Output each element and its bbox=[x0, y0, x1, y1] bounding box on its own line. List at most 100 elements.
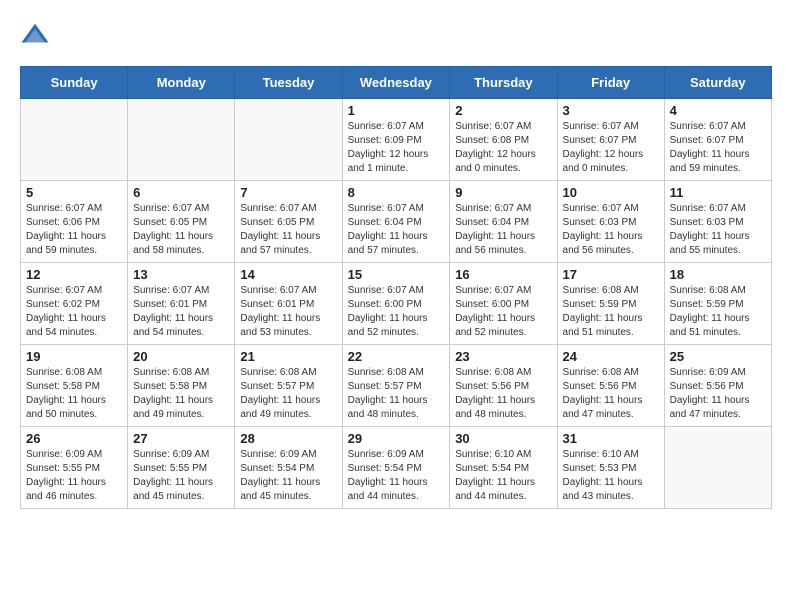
calendar-day-cell: 22Sunrise: 6:08 AM Sunset: 5:57 PM Dayli… bbox=[342, 345, 450, 427]
calendar-day-cell: 29 Sunrise: 6:09 AM Sunset: 5:54 PM Dayli… bbox=[342, 427, 450, 509]
calendar-day-cell bbox=[128, 99, 235, 181]
day-info: Sunrise: 6:08 AM Sunset: 5:57 PM Dayligh… bbox=[348, 366, 445, 422]
calendar-header-row: SundayMondayTuesdayWednesdayThursdayFrid… bbox=[21, 67, 772, 99]
calendar-day-cell: 24 Sunrise: 6:08 AM Sunset: 5:56 PM Dayli… bbox=[557, 345, 664, 427]
calendar-day-cell: 8 Sunrise: 6:07 AM Sunset: 6:04 PM Daylig… bbox=[342, 181, 450, 263]
calendar-day-cell bbox=[664, 427, 771, 509]
calendar-day-cell: 27Sunrise: 6:09 AM Sunset: 5:55 PM Dayli… bbox=[128, 427, 235, 509]
day-info: Sunrise: 6:09 AM Sunset: 5:54 PM Dayligh… bbox=[240, 448, 336, 504]
day-info: Sunrise: 6:07 AM Sunset: 6:07 PM Dayligh… bbox=[563, 120, 659, 176]
day-number: 15 bbox=[348, 267, 445, 282]
day-number: 18 bbox=[670, 267, 766, 282]
day-info: Sunrise: 6:09 AM Sunset: 5:56 PM Dayligh… bbox=[670, 366, 766, 422]
day-info: Sunrise: 6:07 AM Sunset: 6:03 PM Dayligh… bbox=[670, 202, 766, 258]
day-number: 11 bbox=[670, 185, 766, 200]
calendar-day-cell: 26 Sunrise: 6:09 AM Sunset: 5:55 PM Dayli… bbox=[21, 427, 128, 509]
calendar-day-cell: 23Sunrise: 6:08 AM Sunset: 5:56 PM Dayli… bbox=[450, 345, 557, 427]
calendar-week-row: 26 Sunrise: 6:09 AM Sunset: 5:55 PM Dayli… bbox=[21, 427, 772, 509]
day-info: Sunrise: 6:07 AM Sunset: 6:06 PM Dayligh… bbox=[26, 202, 122, 258]
calendar-day-cell: 25Sunrise: 6:09 AM Sunset: 5:56 PM Dayli… bbox=[664, 345, 771, 427]
page-header bbox=[20, 20, 772, 50]
calendar-day-cell: 17 Sunrise: 6:08 AM Sunset: 5:59 PM Dayli… bbox=[557, 263, 664, 345]
day-info: Sunrise: 6:09 AM Sunset: 5:54 PM Dayligh… bbox=[348, 448, 445, 504]
calendar-day-cell: 11 Sunrise: 6:07 AM Sunset: 6:03 PM Dayli… bbox=[664, 181, 771, 263]
calendar-day-cell: 13 Sunrise: 6:07 AM Sunset: 6:01 PM Dayli… bbox=[128, 263, 235, 345]
day-number: 12 bbox=[26, 267, 122, 282]
day-number: 16 bbox=[455, 267, 551, 282]
logo bbox=[20, 20, 54, 50]
day-info: Sunrise: 6:07 AM Sunset: 6:04 PM Dayligh… bbox=[348, 202, 445, 258]
day-of-week-header: Wednesday bbox=[342, 67, 450, 99]
day-number: 2 bbox=[455, 103, 551, 118]
calendar-week-row: 5Sunrise: 6:07 AM Sunset: 6:06 PM Daylig… bbox=[21, 181, 772, 263]
calendar-day-cell: 1 Sunrise: 6:07 AM Sunset: 6:09 PM Daylig… bbox=[342, 99, 450, 181]
day-info: Sunrise: 6:08 AM Sunset: 5:57 PM Dayligh… bbox=[240, 366, 336, 422]
day-number: 7 bbox=[240, 185, 336, 200]
calendar-day-cell: 20 Sunrise: 6:08 AM Sunset: 5:58 PM Dayli… bbox=[128, 345, 235, 427]
calendar-day-cell: 19 Sunrise: 6:08 AM Sunset: 5:58 PM Dayli… bbox=[21, 345, 128, 427]
calendar-day-cell: 15 Sunrise: 6:07 AM Sunset: 6:00 PM Dayli… bbox=[342, 263, 450, 345]
day-info: Sunrise: 6:07 AM Sunset: 6:09 PM Dayligh… bbox=[348, 120, 445, 176]
day-number: 19 bbox=[26, 349, 122, 364]
day-info: Sunrise: 6:07 AM Sunset: 6:01 PM Dayligh… bbox=[240, 284, 336, 340]
day-number: 3 bbox=[563, 103, 659, 118]
calendar-day-cell: 31 Sunrise: 6:10 AM Sunset: 5:53 PM Dayli… bbox=[557, 427, 664, 509]
day-number: 9 bbox=[455, 185, 551, 200]
calendar-day-cell: 16Sunrise: 6:07 AM Sunset: 6:00 PM Dayli… bbox=[450, 263, 557, 345]
logo-icon bbox=[20, 20, 50, 50]
day-info: Sunrise: 6:09 AM Sunset: 5:55 PM Dayligh… bbox=[26, 448, 122, 504]
day-of-week-header: Sunday bbox=[21, 67, 128, 99]
day-of-week-header: Friday bbox=[557, 67, 664, 99]
day-number: 8 bbox=[348, 185, 445, 200]
calendar-day-cell: 10 Sunrise: 6:07 AM Sunset: 6:03 PM Dayli… bbox=[557, 181, 664, 263]
day-number: 21 bbox=[240, 349, 336, 364]
calendar-week-row: 12 Sunrise: 6:07 AM Sunset: 6:02 PM Dayli… bbox=[21, 263, 772, 345]
day-info: Sunrise: 6:07 AM Sunset: 6:00 PM Dayligh… bbox=[348, 284, 445, 340]
day-number: 6 bbox=[133, 185, 229, 200]
calendar-week-row: 1 Sunrise: 6:07 AM Sunset: 6:09 PM Daylig… bbox=[21, 99, 772, 181]
day-info: Sunrise: 6:08 AM Sunset: 5:59 PM Dayligh… bbox=[670, 284, 766, 340]
calendar-table: SundayMondayTuesdayWednesdayThursdayFrid… bbox=[20, 66, 772, 509]
calendar-day-cell: 9 Sunrise: 6:07 AM Sunset: 6:04 PM Daylig… bbox=[450, 181, 557, 263]
calendar-day-cell: 18 Sunrise: 6:08 AM Sunset: 5:59 PM Dayli… bbox=[664, 263, 771, 345]
calendar-day-cell bbox=[235, 99, 342, 181]
calendar-day-cell: 3 Sunrise: 6:07 AM Sunset: 6:07 PM Daylig… bbox=[557, 99, 664, 181]
day-of-week-header: Monday bbox=[128, 67, 235, 99]
day-info: Sunrise: 6:08 AM Sunset: 5:59 PM Dayligh… bbox=[563, 284, 659, 340]
day-of-week-header: Thursday bbox=[450, 67, 557, 99]
calendar-day-cell bbox=[21, 99, 128, 181]
day-number: 26 bbox=[26, 431, 122, 446]
day-info: Sunrise: 6:07 AM Sunset: 6:07 PM Dayligh… bbox=[670, 120, 766, 176]
calendar-week-row: 19 Sunrise: 6:08 AM Sunset: 5:58 PM Dayli… bbox=[21, 345, 772, 427]
day-number: 1 bbox=[348, 103, 445, 118]
day-number: 29 bbox=[348, 431, 445, 446]
calendar-day-cell: 6 Sunrise: 6:07 AM Sunset: 6:05 PM Daylig… bbox=[128, 181, 235, 263]
calendar-day-cell: 12 Sunrise: 6:07 AM Sunset: 6:02 PM Dayli… bbox=[21, 263, 128, 345]
day-info: Sunrise: 6:10 AM Sunset: 5:54 PM Dayligh… bbox=[455, 448, 551, 504]
day-info: Sunrise: 6:08 AM Sunset: 5:56 PM Dayligh… bbox=[455, 366, 551, 422]
day-info: Sunrise: 6:07 AM Sunset: 6:02 PM Dayligh… bbox=[26, 284, 122, 340]
day-info: Sunrise: 6:08 AM Sunset: 5:56 PM Dayligh… bbox=[563, 366, 659, 422]
day-of-week-header: Saturday bbox=[664, 67, 771, 99]
day-info: Sunrise: 6:07 AM Sunset: 6:04 PM Dayligh… bbox=[455, 202, 551, 258]
day-info: Sunrise: 6:08 AM Sunset: 5:58 PM Dayligh… bbox=[26, 366, 122, 422]
calendar-day-cell: 2 Sunrise: 6:07 AM Sunset: 6:08 PM Daylig… bbox=[450, 99, 557, 181]
day-info: Sunrise: 6:07 AM Sunset: 6:03 PM Dayligh… bbox=[563, 202, 659, 258]
day-number: 13 bbox=[133, 267, 229, 282]
day-number: 17 bbox=[563, 267, 659, 282]
calendar-day-cell: 14Sunrise: 6:07 AM Sunset: 6:01 PM Dayli… bbox=[235, 263, 342, 345]
day-number: 31 bbox=[563, 431, 659, 446]
day-info: Sunrise: 6:07 AM Sunset: 6:08 PM Dayligh… bbox=[455, 120, 551, 176]
day-info: Sunrise: 6:08 AM Sunset: 5:58 PM Dayligh… bbox=[133, 366, 229, 422]
day-info: Sunrise: 6:07 AM Sunset: 6:01 PM Dayligh… bbox=[133, 284, 229, 340]
day-number: 24 bbox=[563, 349, 659, 364]
day-info: Sunrise: 6:10 AM Sunset: 5:53 PM Dayligh… bbox=[563, 448, 659, 504]
day-number: 20 bbox=[133, 349, 229, 364]
day-info: Sunrise: 6:07 AM Sunset: 6:05 PM Dayligh… bbox=[133, 202, 229, 258]
day-number: 28 bbox=[240, 431, 336, 446]
calendar-day-cell: 28 Sunrise: 6:09 AM Sunset: 5:54 PM Dayli… bbox=[235, 427, 342, 509]
calendar-day-cell: 4Sunrise: 6:07 AM Sunset: 6:07 PM Daylig… bbox=[664, 99, 771, 181]
day-number: 10 bbox=[563, 185, 659, 200]
calendar-day-cell: 21 Sunrise: 6:08 AM Sunset: 5:57 PM Dayli… bbox=[235, 345, 342, 427]
calendar-day-cell: 7Sunrise: 6:07 AM Sunset: 6:05 PM Daylig… bbox=[235, 181, 342, 263]
